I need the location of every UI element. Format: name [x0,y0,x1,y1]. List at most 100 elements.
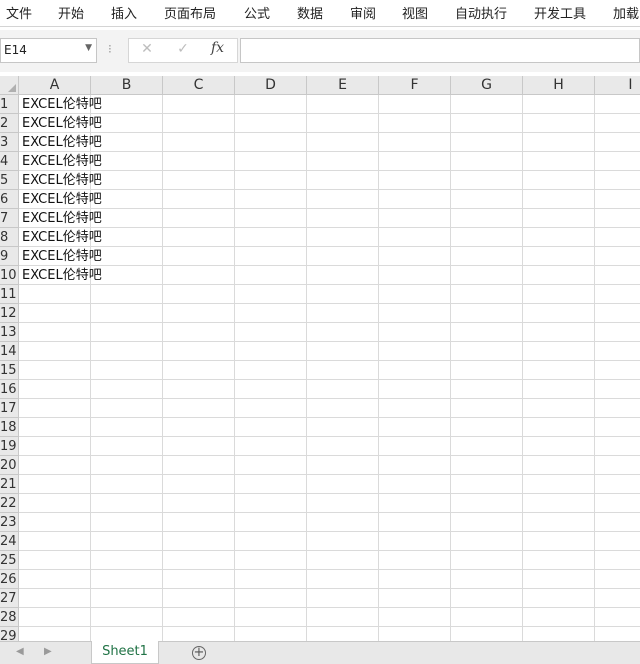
row-header-29[interactable]: 29 [0,627,19,641]
column-header-a[interactable]: A [19,76,91,95]
column-header-d[interactable]: D [235,76,307,95]
tab-developer[interactable]: 开发工具 [534,3,586,22]
column-gridline [234,95,235,641]
select-all-icon [8,84,16,92]
column-header-i[interactable]: I [595,76,640,95]
row-header-8[interactable]: 8 [0,228,19,247]
cancel-icon[interactable]: ✕ [138,41,156,57]
column-header-c[interactable]: C [163,76,235,95]
worksheet-grid[interactable]: A B C D E F G H I 1 2 3 4 5 6 7 8 9 10 11 12 13 14 15 16 17 18 19 20… [0,76,640,641]
column-gridline [522,95,523,641]
row-gridline [19,151,640,152]
cell-a10[interactable]: EXCEL伦特吧 [22,266,102,285]
tab-addins[interactable]: 加载 [613,3,639,22]
row-header-2[interactable]: 2 [0,114,19,133]
row-header-10[interactable]: 10 [0,266,19,285]
row-gridline [19,607,640,608]
column-header-e[interactable]: E [307,76,379,95]
column-gridline [594,95,595,641]
tab-file[interactable]: 文件 [6,3,32,22]
row-header-3[interactable]: 3 [0,133,19,152]
row-header-11[interactable]: 11 [0,285,19,304]
row-header-21[interactable]: 21 [0,475,19,494]
row-gridline [19,322,640,323]
row-header-20[interactable]: 20 [0,456,19,475]
tab-review[interactable]: 审阅 [350,3,376,22]
tab-formulas[interactable]: 公式 [244,3,270,22]
insert-function-icon[interactable]: fx [211,40,224,56]
row-header-28[interactable]: 28 [0,608,19,627]
tab-insert[interactable]: 插入 [111,3,137,22]
row-gridline [19,398,640,399]
name-box-value: E14 [4,43,27,57]
sheet-tab-bar: ◀ ▶ Sheet1 + [0,641,640,664]
row-header-1[interactable]: 1 [0,95,19,114]
column-gridline [450,95,451,641]
row-header-22[interactable]: 22 [0,494,19,513]
row-header-6[interactable]: 6 [0,190,19,209]
column-header-b[interactable]: B [91,76,163,95]
row-gridline [19,360,640,361]
row-header-24[interactable]: 24 [0,532,19,551]
row-gridline [19,474,640,475]
column-header-g[interactable]: G [451,76,523,95]
scroll-right-icon[interactable]: ▶ [44,646,52,657]
cell-a7[interactable]: EXCEL伦特吧 [22,209,102,228]
row-header-25[interactable]: 25 [0,551,19,570]
cell-a8[interactable]: EXCEL伦特吧 [22,228,102,247]
row-gridline [19,626,640,627]
tab-page-layout[interactable]: 页面布局 [164,3,216,22]
formula-bar: E14 ▼ ⁝ ✕ ✓ fx [0,30,640,72]
row-header-15[interactable]: 15 [0,361,19,380]
row-gridline [19,265,640,266]
add-sheet-icon[interactable]: + [192,646,206,660]
row-gridline [19,569,640,570]
row-header-14[interactable]: 14 [0,342,19,361]
chevron-down-icon[interactable]: ▼ [85,43,92,53]
row-header-13[interactable]: 13 [0,323,19,342]
row-gridline [19,208,640,209]
row-gridline [19,436,640,437]
more-options-icon[interactable]: ⁝ [108,42,112,56]
cell-a4[interactable]: EXCEL伦特吧 [22,152,102,171]
row-header-4[interactable]: 4 [0,152,19,171]
row-header-17[interactable]: 17 [0,399,19,418]
tab-data[interactable]: 数据 [297,3,323,22]
row-gridline [19,189,640,190]
row-header-9[interactable]: 9 [0,247,19,266]
tab-automate[interactable]: 自动执行 [455,3,507,22]
row-gridline [19,132,640,133]
tab-view[interactable]: 视图 [402,3,428,22]
row-gridline [19,550,640,551]
sheet-tab-sheet1[interactable]: Sheet1 [91,641,159,664]
scroll-left-icon[interactable]: ◀ [16,646,24,657]
cell-a1[interactable]: EXCEL伦特吧 [22,95,102,114]
cell-a6[interactable]: EXCEL伦特吧 [22,190,102,209]
row-header-12[interactable]: 12 [0,304,19,323]
row-header-26[interactable]: 26 [0,570,19,589]
row-header-23[interactable]: 23 [0,513,19,532]
cell-a9[interactable]: EXCEL伦特吧 [22,247,102,266]
cell-a3[interactable]: EXCEL伦特吧 [22,133,102,152]
tab-home[interactable]: 开始 [58,3,84,22]
row-header-7[interactable]: 7 [0,209,19,228]
cell-a2[interactable]: EXCEL伦特吧 [22,114,102,133]
row-header-27[interactable]: 27 [0,589,19,608]
enter-icon[interactable]: ✓ [174,41,192,57]
row-gridline [19,417,640,418]
row-gridline [19,113,640,114]
select-all-button[interactable] [0,76,19,95]
row-header-5[interactable]: 5 [0,171,19,190]
row-gridline [19,512,640,513]
row-gridline [19,588,640,589]
column-header-h[interactable]: H [523,76,595,95]
row-header-16[interactable]: 16 [0,380,19,399]
name-box[interactable]: E14 ▼ [0,38,97,63]
ribbon-tabs: 文件 开始 插入 页面布局 公式 数据 审阅 视图 自动执行 开发工具 加载 [0,0,640,27]
row-header-19[interactable]: 19 [0,437,19,456]
row-gridline [19,246,640,247]
cell-a5[interactable]: EXCEL伦特吧 [22,171,102,190]
row-header-18[interactable]: 18 [0,418,19,437]
column-header-f[interactable]: F [379,76,451,95]
formula-input[interactable] [240,38,640,63]
